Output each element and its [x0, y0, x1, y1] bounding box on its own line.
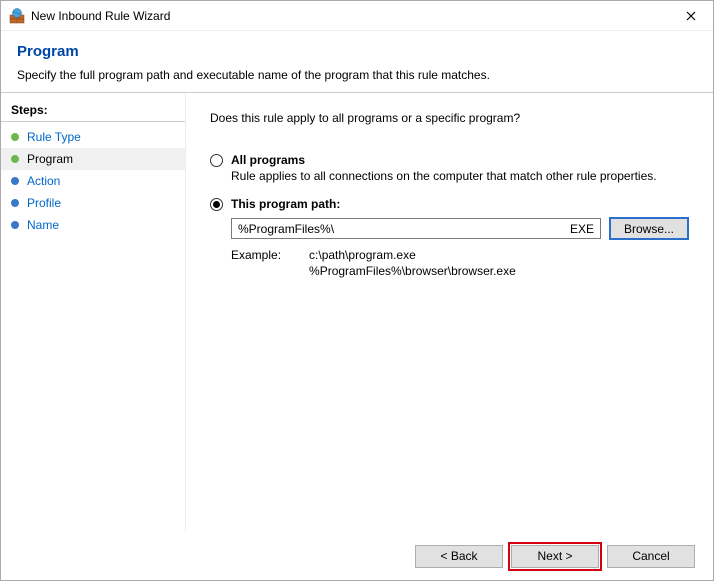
wizard-body: Steps: Rule Type Program Action Profile … [1, 92, 713, 532]
browse-button[interactable]: Browse... [609, 217, 689, 240]
example-label: Example: [231, 248, 281, 279]
step-name[interactable]: Name [1, 214, 185, 236]
option-all-label: All programs [231, 153, 305, 167]
example-block: Example: c:\path\program.exe %ProgramFil… [231, 248, 689, 279]
bullet-icon [11, 221, 19, 229]
page-title: Program [17, 43, 697, 60]
example-path-1: c:\path\program.exe [309, 248, 516, 264]
titlebar: New Inbound Rule Wizard [1, 1, 713, 31]
step-label: Rule Type [27, 130, 81, 144]
close-button[interactable] [668, 1, 713, 31]
question-text: Does this rule apply to all programs or … [210, 111, 689, 125]
radio-all-programs[interactable] [210, 154, 223, 167]
steps-label: Steps: [1, 101, 185, 122]
window-title: New Inbound Rule Wizard [31, 9, 668, 23]
wizard-header: Program Specify the full program path an… [1, 31, 713, 92]
path-value: %ProgramFiles%\ [238, 222, 334, 236]
option-path-label: This program path: [231, 197, 340, 211]
option-program-path: This program path: %ProgramFiles%\ EXE B… [210, 197, 689, 279]
example-path-2: %ProgramFiles%\browser\browser.exe [309, 264, 516, 280]
step-label: Action [27, 174, 60, 188]
next-button[interactable]: Next > [511, 545, 599, 568]
back-button[interactable]: < Back [415, 545, 503, 568]
bullet-icon [11, 177, 19, 185]
option-all-desc: Rule applies to all connections on the c… [231, 169, 689, 183]
wizard-window: New Inbound Rule Wizard Program Specify … [0, 0, 714, 581]
step-label: Program [27, 152, 73, 166]
content-pane: Does this rule apply to all programs or … [186, 93, 713, 532]
bullet-icon [11, 133, 19, 141]
step-profile[interactable]: Profile [1, 192, 185, 214]
steps-sidebar: Steps: Rule Type Program Action Profile … [1, 93, 186, 532]
radio-program-path[interactable] [210, 198, 223, 211]
step-label: Profile [27, 196, 61, 210]
firewall-icon [9, 8, 25, 24]
wizard-footer: < Back Next > Cancel [1, 532, 713, 580]
step-program[interactable]: Program [1, 148, 185, 170]
bullet-icon [11, 155, 19, 163]
step-label: Name [27, 218, 59, 232]
step-rule-type[interactable]: Rule Type [1, 126, 185, 148]
program-path-input[interactable]: %ProgramFiles%\ EXE [231, 218, 601, 239]
page-subtitle: Specify the full program path and execut… [17, 68, 697, 82]
option-all-programs: All programs Rule applies to all connect… [210, 153, 689, 183]
bullet-icon [11, 199, 19, 207]
path-ext: EXE [570, 222, 594, 236]
cancel-button[interactable]: Cancel [607, 545, 695, 568]
step-action[interactable]: Action [1, 170, 185, 192]
